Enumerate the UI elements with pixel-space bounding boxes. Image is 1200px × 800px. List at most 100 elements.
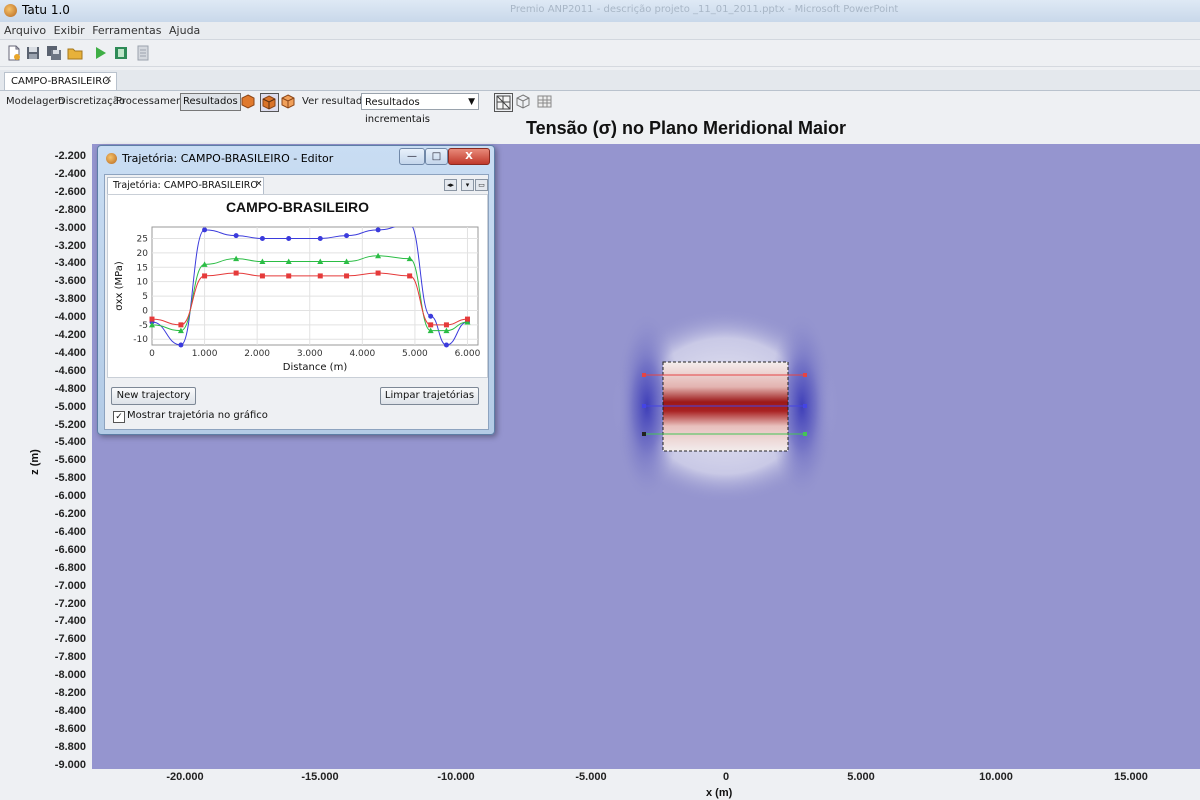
series-marker	[259, 236, 265, 242]
series-marker	[375, 270, 381, 276]
chart-x-label: Distance (m)	[283, 362, 348, 373]
open-folder-icon[interactable]	[67, 45, 83, 61]
close-button[interactable]: X	[448, 148, 490, 165]
y-tick-label: -7.200	[54, 597, 86, 610]
series-marker	[202, 227, 208, 233]
y-tick-label: -3.800	[54, 293, 86, 306]
trajectory-editor-window[interactable]: Trajetória: CAMPO-BRASILEIRO - Editor — …	[97, 145, 495, 435]
menu-ferramentas[interactable]: Ferramentas	[92, 24, 161, 37]
trajectory-end-red[interactable]	[803, 373, 807, 377]
series-marker	[375, 227, 381, 233]
y-tick-label: -4.600	[54, 364, 86, 377]
new-file-icon[interactable]	[6, 45, 22, 61]
menu-arquivo[interactable]: Arquivo	[4, 24, 46, 37]
tab-campo-brasileiro[interactable]: CAMPO-BRASILEIRO	[4, 72, 118, 90]
y-tick-label: -7.400	[54, 615, 86, 628]
run-icon[interactable]	[92, 45, 108, 61]
y-tick-label: -7.000	[54, 579, 86, 592]
document-tab-row: CAMPO-BRASILEIRO ×	[0, 70, 1200, 91]
y-tick-label: -5.600	[54, 454, 86, 467]
y-tick-label: -5.400	[54, 436, 86, 449]
chart-y-tick: 20	[137, 249, 149, 259]
mode-discretizacao[interactable]: Discretização	[58, 96, 125, 107]
show-trajectory-checkbox[interactable]: ✓	[113, 411, 125, 423]
menu-exibir[interactable]: Exibir	[54, 24, 85, 37]
chart-y-tick: 15	[137, 263, 148, 273]
y-axis-title: z (m)	[28, 449, 41, 475]
mode-modelagem[interactable]: Modelagem	[6, 96, 64, 107]
chevron-down-icon: ▼	[468, 97, 475, 107]
y-tick-label: -5.000	[54, 400, 86, 413]
series-marker	[443, 342, 449, 348]
trajectory-end-blue[interactable]	[803, 404, 807, 408]
y-tick-label: -2.400	[54, 167, 86, 180]
y-tick-label: -2.800	[54, 203, 86, 216]
chart-y-tick: 5	[142, 292, 148, 302]
x-tick-label: -10.000	[437, 771, 475, 783]
table-view-icon[interactable]	[536, 93, 553, 110]
chart-x-tick: 3.000	[297, 349, 323, 359]
series-marker	[428, 313, 434, 319]
series-marker	[178, 342, 184, 348]
series-marker	[464, 316, 470, 322]
series-marker	[428, 322, 434, 328]
tab-close-icon[interactable]: ×	[104, 74, 112, 85]
y-tick-label: -6.200	[54, 508, 86, 520]
result-select[interactable]: Resultados incrementais ▼	[361, 93, 479, 125]
chart-x-tick: 5.000	[402, 349, 428, 359]
chart-x-tick: 6.000	[455, 349, 481, 359]
menu-ajuda[interactable]: Ajuda	[169, 24, 200, 37]
x-tick-label: -20.000	[166, 771, 204, 783]
save-all-icon[interactable]	[46, 45, 62, 61]
y-tick-label: -8.000	[54, 669, 86, 682]
trajectory-end-green[interactable]	[803, 432, 807, 436]
editor-tab[interactable]: Trajetória: CAMPO-BRASILEIRO	[107, 177, 264, 194]
series-marker	[317, 236, 323, 242]
clear-trajectories-button[interactable]: Limpar trajetórias	[380, 387, 479, 405]
y-tick-label: -5.200	[54, 418, 86, 431]
chart-y-tick: -10	[133, 335, 148, 345]
tab-dropdown-icon[interactable]: ▾	[461, 179, 474, 191]
box-view-icon[interactable]	[280, 93, 297, 110]
report-icon[interactable]	[135, 45, 151, 61]
x-tick-label: -15.000	[301, 771, 339, 783]
series-marker	[286, 273, 292, 279]
chart-y-tick: -5	[139, 321, 148, 331]
series-marker	[317, 273, 323, 279]
chart-x-tick: 1.000	[192, 349, 218, 359]
chart-x-tick: 4.000	[349, 349, 375, 359]
chart-x-tick: 2.000	[244, 349, 270, 359]
series-marker	[344, 273, 350, 279]
y-tick-label: -3.200	[54, 239, 86, 252]
editor-title: Trajetória: CAMPO-BRASILEIRO - Editor	[122, 152, 334, 165]
editor-content: Trajetória: CAMPO-BRASILEIRO × ◂▸ ▾ ▭ CA…	[104, 174, 489, 430]
mode-resultados[interactable]: Resultados	[180, 93, 241, 111]
x-tick-label: 15.000	[1114, 771, 1148, 783]
solid-view-icon[interactable]	[240, 93, 257, 110]
tab-restore-icon[interactable]: ▭	[475, 179, 488, 191]
tab-list-left-icon[interactable]: ◂▸	[444, 179, 457, 191]
maximize-button[interactable]: □	[425, 148, 448, 165]
trajectory-chart: CAMPO-BRASILEIRO 0 1.000 2.000 3.000 4.000 5.…	[107, 194, 488, 378]
x-tick-label: 10.000	[979, 771, 1013, 783]
new-trajectory-button[interactable]: New trajectory	[111, 387, 196, 405]
mesh-view-icon[interactable]	[494, 93, 513, 112]
y-tick-label: -3.000	[54, 221, 86, 234]
trajectory-start-green[interactable]	[642, 432, 646, 436]
x-tick-label: 0	[722, 771, 730, 783]
trajectory-start-blue[interactable]	[642, 404, 646, 408]
editor-tab-close-icon[interactable]: ×	[255, 179, 263, 189]
wireframe-icon[interactable]	[515, 93, 532, 110]
y-tick-label: -8.800	[54, 740, 86, 753]
series-marker	[344, 233, 350, 239]
run-step-icon[interactable]	[113, 45, 129, 61]
trajectory-start-red[interactable]	[642, 373, 646, 377]
section-view-icon[interactable]	[260, 93, 279, 112]
editor-app-icon	[106, 153, 117, 164]
y-tick-label: -8.200	[54, 687, 86, 699]
window-titlebar: Tatu 1.0 Premio ANP2011 - descrição proj…	[0, 0, 1200, 23]
minimize-button[interactable]: —	[399, 148, 425, 165]
y-tick-label: -3.600	[54, 275, 86, 288]
y-tick-label: -4.000	[54, 311, 86, 324]
save-icon[interactable]	[25, 45, 41, 61]
